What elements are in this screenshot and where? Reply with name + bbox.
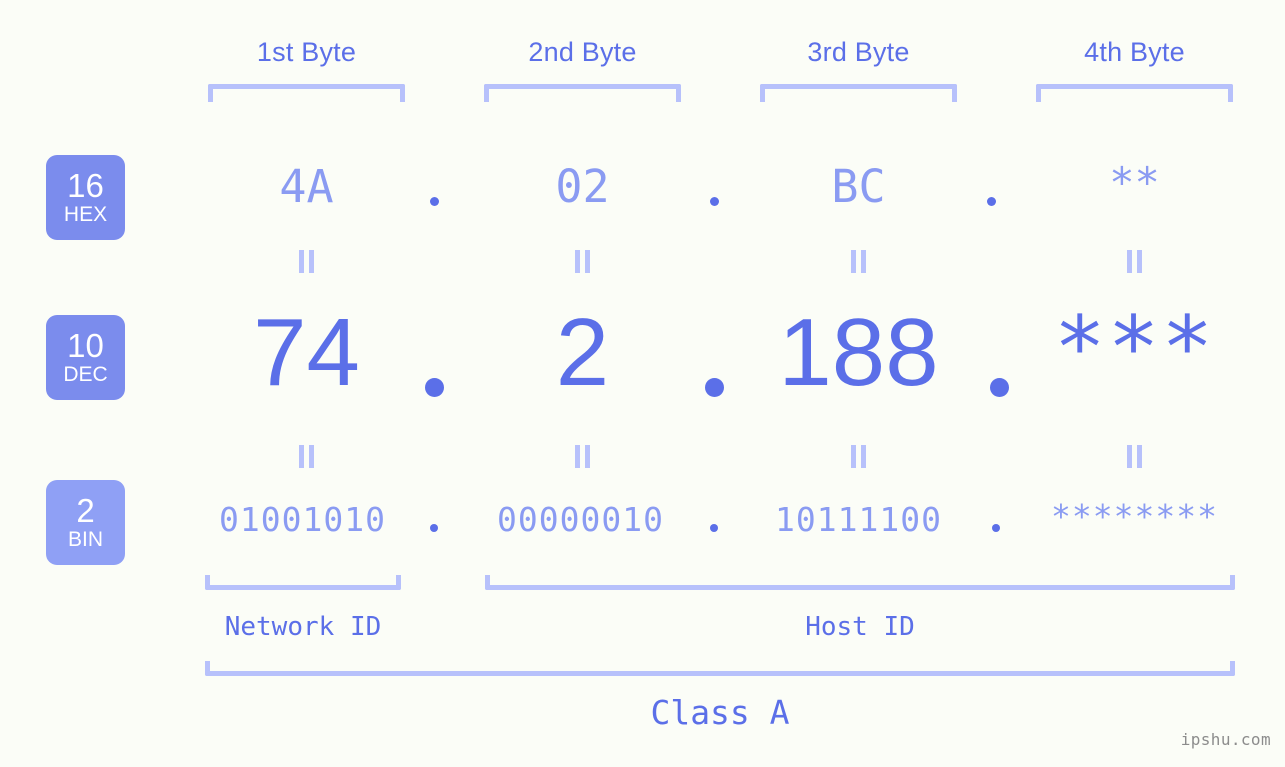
ip-byte-breakdown-diagram: 1st Byte 2nd Byte 3rd Byte 4th Byte 16 H… xyxy=(0,0,1285,767)
equals-mark-hex-dec-4 xyxy=(1125,250,1144,273)
bin-separator-dot-2 xyxy=(710,524,718,532)
hex-separator-dot-1 xyxy=(430,197,439,206)
class-bracket xyxy=(205,661,1235,676)
dec-byte-1: 74 xyxy=(253,299,360,406)
equals-mark-hex-dec-3 xyxy=(849,250,868,273)
byte-bracket-top-3 xyxy=(760,84,957,102)
hex-byte-4: ** xyxy=(1109,158,1160,207)
byte-header-4: 4th Byte xyxy=(1084,37,1185,67)
hex-separator-dot-3 xyxy=(987,197,996,206)
base-badge-hex-number: 16 xyxy=(67,166,104,204)
class-label: Class A xyxy=(650,693,790,732)
hex-byte-1: 4A xyxy=(279,160,334,213)
byte-bracket-top-1 xyxy=(208,84,405,102)
hex-separator-dot-2 xyxy=(710,197,719,206)
byte-header-2: 2nd Byte xyxy=(528,37,637,67)
bin-byte-1: 01001010 xyxy=(219,500,386,539)
base-badge-hex: 16 HEX xyxy=(46,155,125,240)
equals-mark-dec-bin-1 xyxy=(297,445,316,468)
byte-header-1: 1st Byte xyxy=(256,37,357,67)
equals-mark-dec-bin-3 xyxy=(849,445,868,468)
dec-byte-4: *** xyxy=(1053,298,1216,398)
byte-bracket-top-4 xyxy=(1036,84,1233,102)
bin-byte-3: 10111100 xyxy=(775,500,942,539)
host-id-label: Host ID xyxy=(805,612,915,642)
hex-byte-2: 02 xyxy=(555,160,610,213)
site-watermark: ipshu.com xyxy=(1180,730,1271,749)
base-badge-hex-label: HEX xyxy=(63,202,108,226)
byte-header-3: 3rd Byte xyxy=(807,37,910,67)
base-badge-dec: 10 DEC xyxy=(46,315,125,400)
bin-separator-dot-1 xyxy=(430,524,438,532)
equals-mark-hex-dec-1 xyxy=(297,250,316,273)
dec-byte-3: 188 xyxy=(778,299,939,406)
dec-byte-2: 2 xyxy=(555,299,610,406)
base-badge-bin: 2 BIN xyxy=(46,480,125,565)
byte-bracket-top-2 xyxy=(484,84,681,102)
bin-separator-dot-3 xyxy=(992,524,1000,532)
dec-separator-dot-2 xyxy=(705,378,724,397)
equals-mark-dec-bin-2 xyxy=(573,445,592,468)
equals-mark-dec-bin-4 xyxy=(1125,445,1144,468)
bin-byte-2: 00000010 xyxy=(497,500,664,539)
bin-byte-4: ******** xyxy=(1051,497,1218,536)
dec-separator-dot-1 xyxy=(425,378,444,397)
equals-mark-hex-dec-2 xyxy=(573,250,592,273)
base-badge-dec-number: 10 xyxy=(67,326,104,364)
network-id-bracket xyxy=(205,575,401,590)
host-id-bracket xyxy=(485,575,1235,590)
base-badge-dec-label: DEC xyxy=(63,362,108,386)
dec-separator-dot-3 xyxy=(990,378,1009,397)
base-badge-bin-label: BIN xyxy=(67,527,103,551)
network-id-label: Network ID xyxy=(224,612,382,642)
hex-byte-3: BC xyxy=(831,160,886,213)
base-badge-bin-number: 2 xyxy=(76,491,95,529)
